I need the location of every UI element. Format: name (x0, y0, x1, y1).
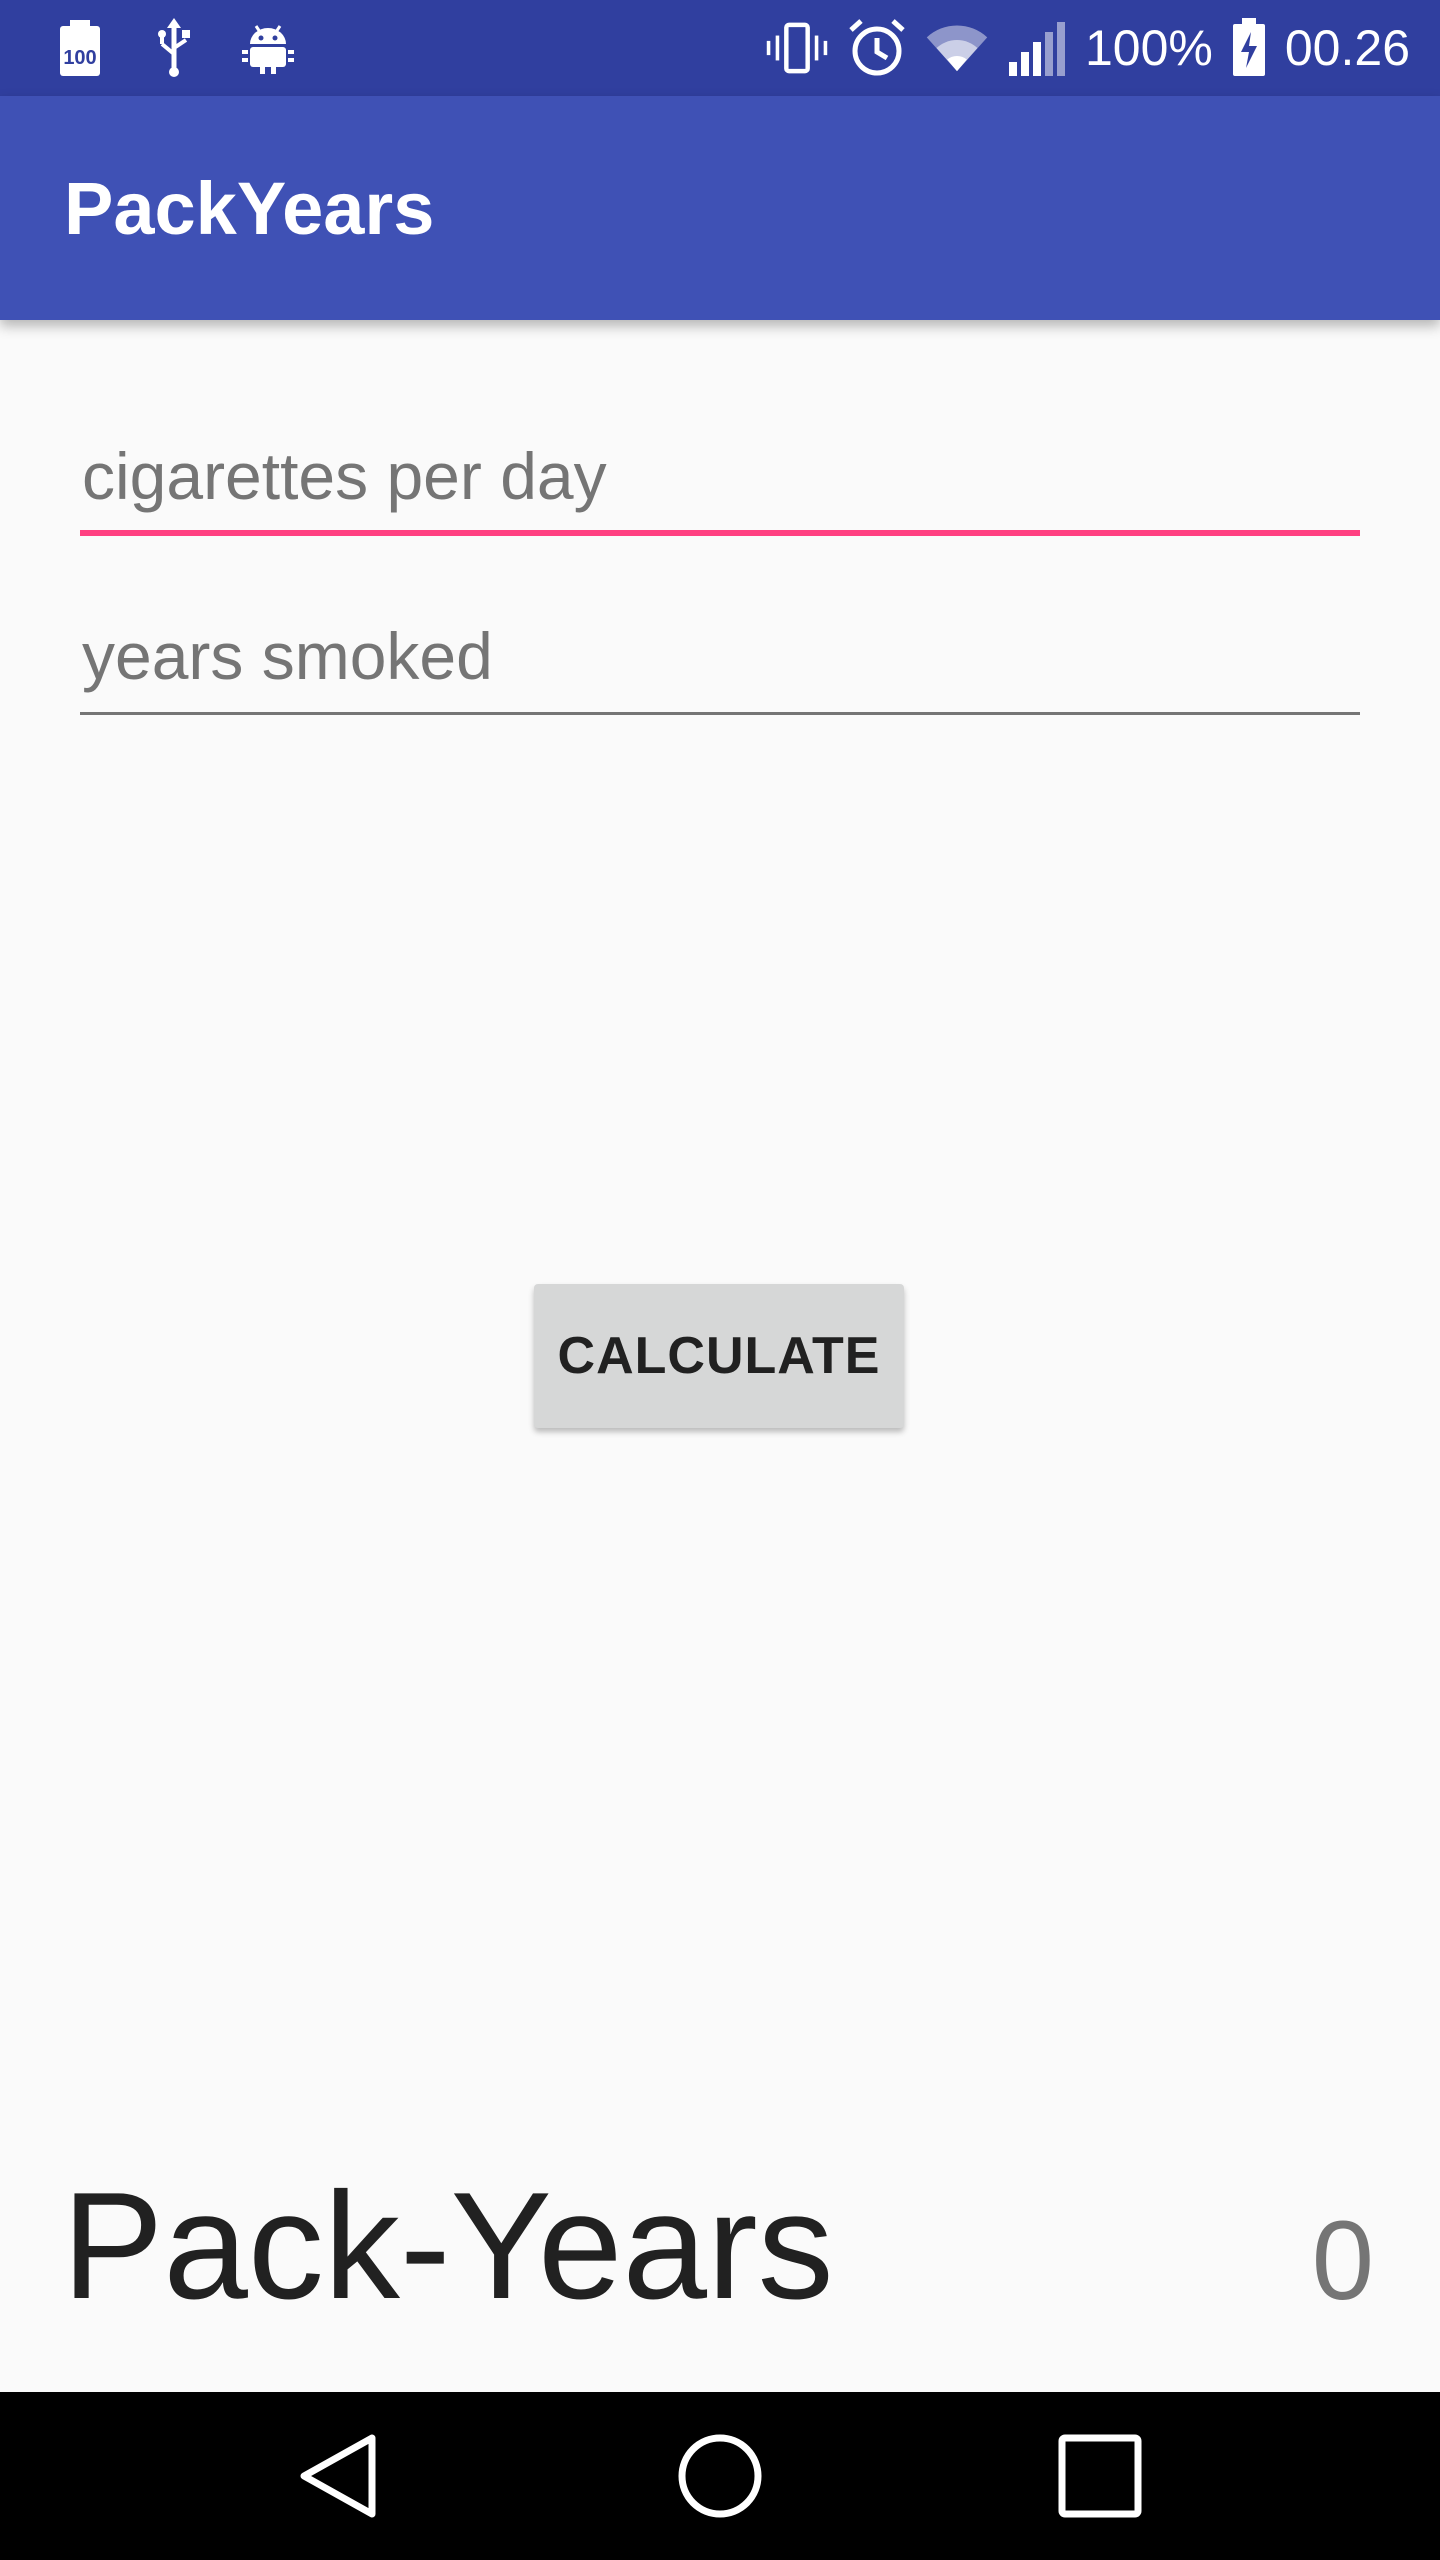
years-field-underline (80, 712, 1360, 715)
years-smoked-input[interactable] (80, 596, 1360, 716)
battery-percent: 100% (1084, 20, 1213, 76)
back-button[interactable] (280, 2416, 400, 2536)
status-left: 100 (48, 18, 300, 78)
status-bar: 100 100% 00.26 (0, 0, 1440, 96)
home-icon (678, 2434, 762, 2518)
result-label: Pack-Years (62, 2161, 834, 2331)
app-screen: 100 100% 00.26 PackYears cigarettes per … (0, 0, 1440, 2560)
years-smoked-field[interactable] (80, 596, 1360, 716)
cigarettes-per-day-field[interactable] (80, 416, 1360, 536)
recents-icon (1058, 2434, 1142, 2518)
app-title: PackYears (64, 167, 435, 250)
vibrate-icon (765, 18, 829, 78)
calculate-button[interactable]: CALCULATE (534, 1284, 904, 1428)
status-right: 100% 00.26 (765, 14, 1410, 82)
battery-saver-100-icon: 100 (48, 18, 112, 78)
android-debug-icon (236, 18, 300, 78)
back-icon (300, 2434, 376, 2518)
home-button[interactable] (660, 2416, 780, 2536)
recents-button[interactable] (1040, 2416, 1160, 2536)
cigarettes-field-underline-focused (80, 530, 1360, 536)
svg-text:100: 100 (63, 47, 96, 69)
app-bar: PackYears (0, 96, 1440, 320)
signal-icon (1005, 18, 1069, 78)
alarm-icon (845, 18, 909, 78)
clock: 00.26 (1284, 20, 1410, 76)
wifi-icon (925, 18, 989, 78)
navigation-bar (0, 2392, 1440, 2560)
cigarettes-per-day-input[interactable] (80, 416, 1360, 536)
usb-icon (142, 18, 206, 78)
battery-charging-icon (1229, 18, 1269, 78)
result-value: 0 (1311, 2198, 1374, 2323)
